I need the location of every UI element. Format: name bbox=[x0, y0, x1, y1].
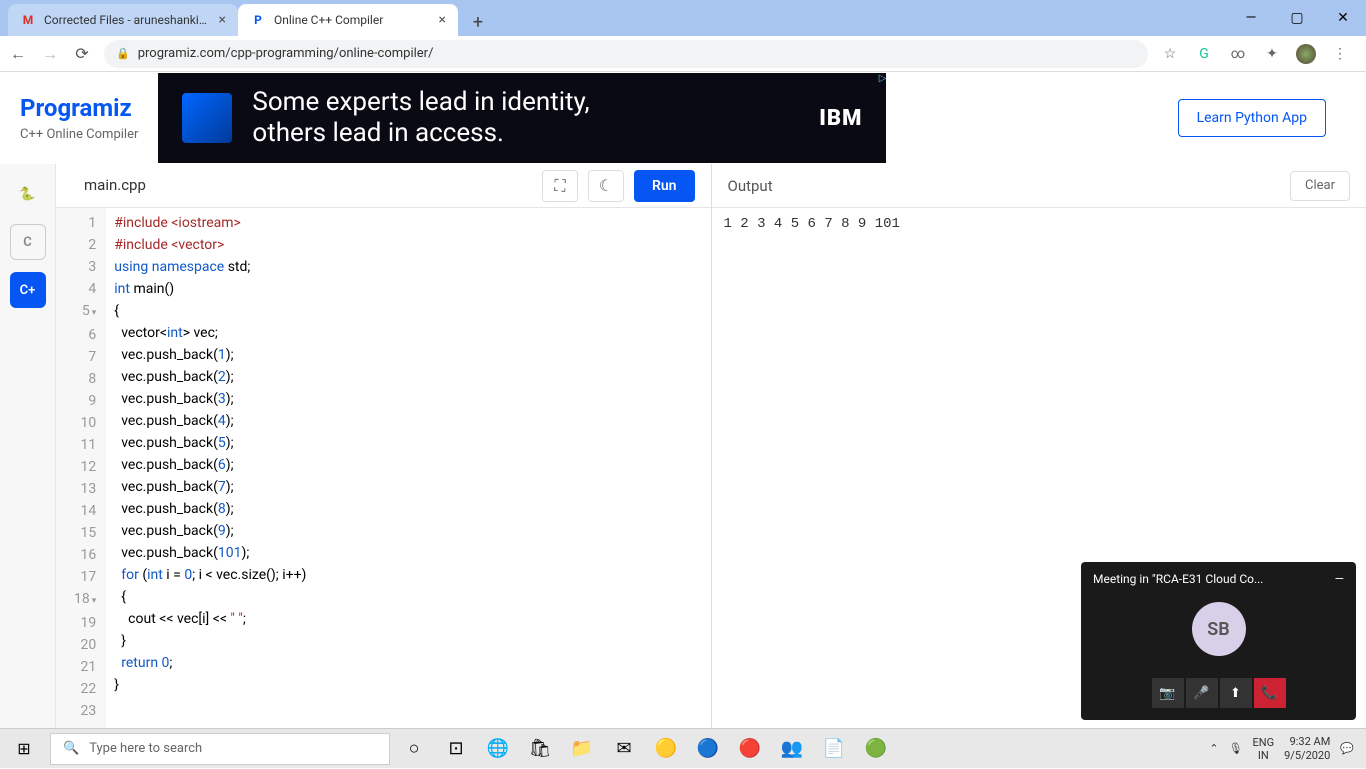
address-bar: ← → ⟳ 🔒 programiz.com/cpp-programming/on… bbox=[0, 36, 1366, 72]
tab-title: Corrected Files - aruneshankit2© bbox=[44, 13, 211, 27]
cortana-icon[interactable]: ○ bbox=[402, 737, 426, 761]
url-text: programiz.com/cpp-programming/online-com… bbox=[138, 46, 434, 61]
ad-logo-icon bbox=[182, 93, 232, 143]
teams-meeting-title: Meeting in "RCA-E31 Cloud Co... bbox=[1093, 572, 1263, 586]
ad-banner[interactable]: Some experts lead in identity, others le… bbox=[158, 73, 886, 163]
extension-icon[interactable]: ∞ bbox=[1228, 44, 1248, 64]
tray-language[interactable]: ENGIN bbox=[1253, 736, 1275, 762]
teams-hangup-button[interactable]: 📞 bbox=[1254, 678, 1286, 708]
clear-button[interactable]: Clear bbox=[1290, 171, 1350, 201]
lang-cpp[interactable]: C+ bbox=[10, 272, 46, 308]
output-header: Output Clear bbox=[712, 164, 1366, 208]
logo-block: Programiz C++ Online Compiler bbox=[20, 94, 138, 142]
minimize-button[interactable]: — bbox=[1228, 0, 1274, 36]
editor-panel: main.cpp ⛶ ☾ Run 12345▾67891011121314151… bbox=[56, 164, 712, 728]
ibm-logo: IBM bbox=[819, 106, 862, 131]
forward-button[interactable]: → bbox=[40, 44, 60, 64]
output-label: Output bbox=[728, 177, 773, 195]
grammarly-icon[interactable]: G bbox=[1194, 44, 1214, 64]
ad-info-icon[interactable]: ▷ bbox=[879, 73, 887, 84]
start-button[interactable]: ⊞ bbox=[0, 729, 48, 769]
search-placeholder: Type here to search bbox=[89, 741, 202, 756]
mail-icon[interactable]: ✉ bbox=[612, 737, 636, 761]
reload-button[interactable]: ⟳ bbox=[72, 44, 92, 64]
grammarly-taskbar-icon[interactable]: 🟢 bbox=[864, 737, 888, 761]
tray-chevron-icon[interactable]: ⌃ bbox=[1209, 742, 1218, 755]
line-gutter: 12345▾6789101112131415161718▾1920212223 bbox=[56, 208, 106, 728]
teams-call-controls: 📷 🎤 ⬆ 📞 bbox=[1152, 678, 1286, 708]
star-icon[interactable]: ☆ bbox=[1160, 44, 1180, 64]
page-header: Programiz C++ Online Compiler Some exper… bbox=[0, 72, 1366, 164]
ad-text: Some experts lead in identity, others le… bbox=[252, 87, 589, 149]
teams-share-button[interactable]: ⬆ bbox=[1220, 678, 1252, 708]
system-tray: ⌃ 🎙 ENGIN 9:32 AM9/5/2020 💬 bbox=[1209, 735, 1366, 761]
maximize-button[interactable]: ▢ bbox=[1274, 0, 1320, 36]
file-tab[interactable]: main.cpp bbox=[72, 164, 158, 207]
programiz-icon: P bbox=[250, 12, 266, 28]
menu-icon[interactable]: ⋮ bbox=[1330, 44, 1350, 64]
lang-python[interactable]: 🐍 bbox=[10, 176, 46, 212]
tab-title: Online C++ Compiler bbox=[274, 13, 431, 27]
taskview-icon[interactable]: ⊡ bbox=[444, 737, 468, 761]
taskbar-search[interactable]: 🔍 Type here to search bbox=[50, 733, 390, 765]
puzzle-icon[interactable]: ✦ bbox=[1262, 44, 1282, 64]
close-icon[interactable]: × bbox=[439, 12, 446, 28]
browser-tab-programiz[interactable]: P Online C++ Compiler × bbox=[238, 4, 458, 36]
notifications-icon[interactable]: 💬 bbox=[1340, 742, 1354, 755]
language-sidebar: 🐍 C C+ bbox=[0, 164, 56, 728]
chromium-icon[interactable]: 🔵 bbox=[696, 737, 720, 761]
search-icon: 🔍 bbox=[63, 741, 79, 756]
toolbar-right: ☆ G ∞ ✦ ⋮ bbox=[1160, 44, 1358, 64]
teams-mic-button[interactable]: 🎤 bbox=[1186, 678, 1218, 708]
back-button[interactable]: ← bbox=[8, 44, 28, 64]
word-icon[interactable]: 📄 bbox=[822, 737, 846, 761]
teams-popup-header: Meeting in "RCA-E31 Cloud Co... — bbox=[1081, 562, 1356, 596]
teams-camera-button[interactable]: 📷 bbox=[1152, 678, 1184, 708]
gmail-icon: M bbox=[20, 12, 36, 28]
teams-participant-avatar: SB bbox=[1192, 602, 1246, 656]
fullscreen-button[interactable]: ⛶ bbox=[542, 170, 578, 202]
teams-icon[interactable]: 👥 bbox=[780, 737, 804, 761]
theme-toggle-button[interactable]: ☾ bbox=[588, 170, 624, 202]
taskbar-apps: ○ ⊡ 🌐 🛍 📁 ✉ 🟡 🔵 🔴 👥 📄 🟢 bbox=[402, 737, 888, 761]
code-lines[interactable]: #include <iostream>#include <vector>usin… bbox=[106, 208, 314, 728]
opera-icon[interactable]: 🔴 bbox=[738, 737, 762, 761]
page-subtitle: C++ Online Compiler bbox=[20, 127, 138, 142]
close-window-button[interactable]: ✕ bbox=[1320, 0, 1366, 36]
profile-avatar[interactable] bbox=[1296, 44, 1316, 64]
edge-icon[interactable]: 🌐 bbox=[486, 737, 510, 761]
tray-clock[interactable]: 9:32 AM9/5/2020 bbox=[1284, 735, 1330, 761]
lock-icon: 🔒 bbox=[116, 47, 130, 60]
store-icon[interactable]: 🛍 bbox=[528, 737, 552, 761]
browser-tab-gmail[interactable]: M Corrected Files - aruneshankit2© × bbox=[8, 4, 238, 36]
chrome-icon[interactable]: 🟡 bbox=[654, 737, 678, 761]
browser-tab-strip: M Corrected Files - aruneshankit2© × P O… bbox=[0, 0, 1366, 36]
new-tab-button[interactable]: + bbox=[464, 8, 492, 36]
window-controls: — ▢ ✕ bbox=[1228, 0, 1366, 36]
learn-python-button[interactable]: Learn Python App bbox=[1178, 99, 1326, 137]
programiz-logo[interactable]: Programiz bbox=[20, 94, 138, 123]
explorer-icon[interactable]: 📁 bbox=[570, 737, 594, 761]
code-editor[interactable]: 12345▾6789101112131415161718▾1920212223 … bbox=[56, 208, 711, 728]
run-button[interactable]: Run bbox=[634, 170, 695, 202]
tray-mic-icon[interactable]: 🎙 bbox=[1229, 742, 1243, 755]
url-input[interactable]: 🔒 programiz.com/cpp-programming/online-c… bbox=[104, 40, 1148, 68]
editor-header: main.cpp ⛶ ☾ Run bbox=[56, 164, 711, 208]
teams-minimize-icon[interactable]: — bbox=[1335, 572, 1344, 586]
windows-taskbar: ⊞ 🔍 Type here to search ○ ⊡ 🌐 🛍 📁 ✉ 🟡 🔵 … bbox=[0, 728, 1366, 768]
output-text: 1 2 3 4 5 6 7 8 9 101 bbox=[712, 208, 1366, 240]
teams-meeting-popup[interactable]: Meeting in "RCA-E31 Cloud Co... — SB 📷 🎤… bbox=[1081, 562, 1356, 720]
close-icon[interactable]: × bbox=[219, 12, 226, 28]
lang-c[interactable]: C bbox=[10, 224, 46, 260]
